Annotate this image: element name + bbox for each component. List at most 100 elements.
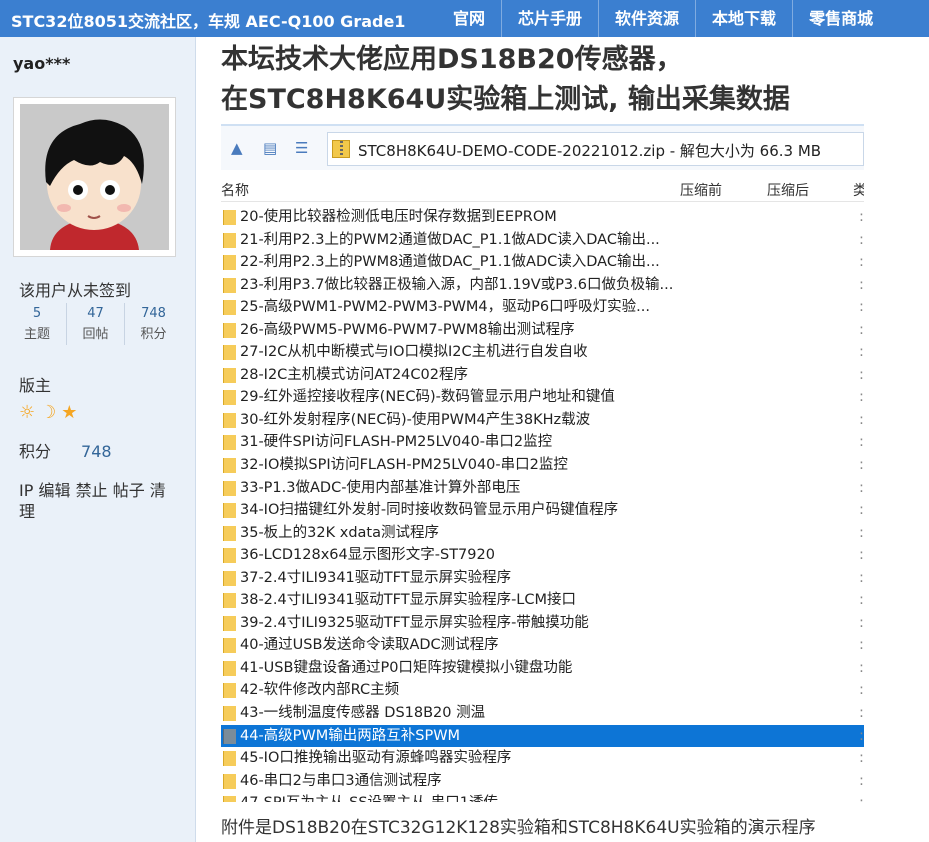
author-sidebar: yao*** 该用户从未签到 5 主题 47 回帖 748 积分 版主 ☼ ☽ …: [0, 37, 196, 842]
file-row[interactable]: 40-通过USB发送命令读取ADC测试程序:: [221, 634, 864, 657]
file-name: 26-高级PWM5-PWM6-PWM7-PWM8输出测试程序: [240, 321, 575, 338]
file-name: 46-串口2与串口3通信测试程序: [240, 772, 442, 789]
file-row[interactable]: 45-IO口推挽输出驱动有源蜂鸣器实验程序:: [221, 747, 864, 770]
file-row[interactable]: 21-利用P2.3上的PWM2通道做DAC_P1.1做ADC读入DAC输出...…: [221, 229, 864, 252]
column-overflow-mark: :: [859, 209, 864, 225]
file-row[interactable]: 22-利用P2.3上的PWM8通道做DAC_P1.1做ADC读入DAC输出...…: [221, 251, 864, 274]
nav-software[interactable]: 软件资源: [598, 0, 695, 37]
stat-points[interactable]: 748 积分: [124, 303, 182, 345]
file-row[interactable]: 32-IO模拟SPI访问FLASH-PM25LV040-串口2监控:: [221, 454, 864, 477]
admin-link-edit[interactable]: 编辑: [38, 481, 70, 500]
file-row[interactable]: 31-硬件SPI访问FLASH-PM25LV040-串口2监控:: [221, 431, 864, 454]
view-icon[interactable]: ▤: [263, 139, 277, 157]
stat-threads-label: 主题: [23, 327, 50, 342]
column-type[interactable]: 类: [853, 180, 864, 200]
site-title[interactable]: STC32位8051交流社区，车规 AEC-Q100 Grade1: [11, 8, 405, 32]
file-name: 32-IO模拟SPI访问FLASH-PM25LV040-串口2监控: [240, 457, 568, 474]
file-name: 36-LCD128x64显示图形文字-ST7920: [240, 547, 495, 564]
file-row[interactable]: 36-LCD128x64显示图形文字-ST7920:: [221, 544, 864, 567]
column-original-size[interactable]: 压缩前: [680, 180, 722, 200]
file-name: 47-SPI互为主从-SS设置主从-串口1透传: [240, 792, 498, 802]
file-row[interactable]: 46-串口2与串口3通信测试程序:: [221, 770, 864, 793]
file-name: 35-板上的32K xdata测试程序: [240, 524, 439, 541]
post-title: 本坛技术大佬应用DS18B20传感器， 在STC8H8K64U实验箱上测试, 输…: [221, 40, 790, 120]
file-row[interactable]: 35-板上的32K xdata测试程序:: [221, 522, 864, 545]
top-bar: STC32位8051交流社区，车规 AEC-Q100 Grade1 官网 芯片手…: [0, 0, 929, 37]
file-row[interactable]: 37-2.4寸ILI9341驱动TFT显示屏实验程序:: [221, 567, 864, 590]
file-name: 37-2.4寸ILI9341驱动TFT显示屏实验程序: [240, 569, 512, 586]
file-list-header: 名称 压缩前 压缩后 类: [221, 176, 864, 202]
admin-link-ip[interactable]: IP: [19, 481, 33, 500]
points-row: 积分 748: [19, 438, 112, 462]
file-row[interactable]: 34-IO扫描键红外发射-同时接收数码管显示用户码键值程序:: [221, 499, 864, 522]
file-row[interactable]: 26-高级PWM5-PWM6-PWM7-PWM8输出测试程序:: [221, 319, 864, 342]
admin-link-ban[interactable]: 禁止: [76, 481, 108, 500]
archive-screenshot: ▲ ▤ ☰ STC8H8K64U-DEMO-CODE-20221012.zip …: [221, 124, 864, 802]
nav-chip-manual[interactable]: 芯片手册: [501, 0, 598, 37]
folder-icon: [223, 773, 236, 789]
avatar[interactable]: [13, 97, 176, 257]
folder-icon: [223, 435, 236, 451]
folder-icon: [223, 683, 236, 699]
file-row[interactable]: 39-2.4寸ILI9325驱动TFT显示屏实验程序-带触摸功能:: [221, 612, 864, 635]
file-name: 41-USB键盘设备通过P0口矩阵按键模拟小键盘功能: [240, 659, 573, 676]
folder-icon: [223, 210, 236, 225]
points-label: 积分: [19, 442, 52, 461]
file-row[interactable]: 25-高级PWM1-PWM2-PWM3-PWM4，驱动P6口呼吸灯实验...:: [221, 296, 864, 319]
column-overflow-mark: :: [859, 389, 864, 406]
column-overflow-mark: :: [859, 254, 864, 271]
author-stats: 5 主题 47 回帖 748 积分: [8, 303, 182, 345]
file-row[interactable]: 41-USB键盘设备通过P0口矩阵按键模拟小键盘功能:: [221, 657, 864, 680]
column-overflow-mark: :: [859, 524, 864, 541]
file-list: 20-使用比较器检测低电压时保存数据到EEPROM:21-利用P2.3上的PWM…: [221, 206, 864, 802]
file-row[interactable]: 29-红外遥控接收程序(NEC码)-数码管显示用户地址和键值:: [221, 386, 864, 409]
column-compressed-size[interactable]: 压缩后: [767, 180, 809, 200]
file-row[interactable]: 43-一线制温度传感器 DS18B20 测温:: [221, 702, 864, 725]
points-value[interactable]: 748: [81, 442, 112, 461]
file-name: 40-通过USB发送命令读取ADC测试程序: [240, 637, 499, 654]
file-row[interactable]: 28-I2C主机模式访问AT24C02程序:: [221, 364, 864, 387]
file-name: 23-利用P3.7做比较器正极输入源，内部1.19V或P3.6口做负极输...: [240, 276, 674, 293]
folder-icon: [223, 728, 236, 744]
column-overflow-mark: :: [859, 502, 864, 519]
zip-archive-icon: [332, 140, 350, 158]
author-username[interactable]: yao***: [13, 54, 70, 73]
admin-links: IP 编辑 禁止 帖子 清理: [19, 480, 179, 522]
list-view-icon[interactable]: ☰: [295, 139, 308, 157]
file-row[interactable]: 38-2.4寸ILI9341驱动TFT显示屏实验程序-LCM接口:: [221, 589, 864, 612]
post-caption: 附件是DS18B20在STC32G12K128实验箱和STC8H8K64U实验箱…: [221, 818, 816, 838]
file-row[interactable]: 20-使用比较器检测低电压时保存数据到EEPROM:: [221, 206, 864, 229]
file-row[interactable]: 44-高级PWM输出两路互补SPWM:: [221, 724, 864, 748]
file-row[interactable]: 27-I2C从机中断模式与IO口模拟I2C主机进行自发自收:: [221, 341, 864, 364]
file-row[interactable]: 30-红外发射程序(NEC码)-使用PWM4产生38KHz载波:: [221, 409, 864, 432]
folder-icon: [223, 751, 236, 767]
up-arrow-icon[interactable]: ▲: [231, 139, 243, 157]
file-name: 22-利用P2.3上的PWM8通道做DAC_P1.1做ADC读入DAC输出...: [240, 254, 660, 271]
medals: ☼ ☽ ★: [19, 402, 77, 423]
column-overflow-mark: :: [859, 727, 864, 744]
file-name: 33-P1.3做ADC-使用内部基准计算外部电压: [240, 479, 521, 496]
column-overflow-mark: :: [859, 231, 864, 248]
nav-shop[interactable]: 零售商城: [792, 0, 889, 37]
admin-link-posts[interactable]: 帖子: [113, 481, 145, 500]
file-name: 27-I2C从机中断模式与IO口模拟I2C主机进行自发自收: [240, 344, 588, 361]
folder-icon: [223, 232, 236, 248]
column-name[interactable]: 名称: [221, 180, 249, 200]
file-name: 34-IO扫描键红外发射-同时接收数码管显示用户码键值程序: [240, 502, 619, 519]
archive-address-bar[interactable]: STC8H8K64U-DEMO-CODE-20221012.zip - 解包大小…: [327, 132, 864, 166]
file-name: 42-软件修改内部RC主频: [240, 682, 400, 699]
stat-replies[interactable]: 47 回帖: [66, 303, 124, 345]
author-role[interactable]: 版主: [19, 372, 51, 396]
file-row[interactable]: 42-软件修改内部RC主频:: [221, 679, 864, 702]
nav-local-download[interactable]: 本地下载: [695, 0, 792, 37]
file-row[interactable]: 23-利用P3.7做比较器正极输入源，内部1.19V或P3.6口做负极输...:: [221, 274, 864, 297]
stat-threads-value: 5: [32, 306, 42, 321]
nav-official-site[interactable]: 官网: [437, 0, 501, 37]
folder-icon: [223, 503, 236, 519]
column-overflow-mark: :: [859, 457, 864, 474]
column-overflow-mark: :: [859, 659, 864, 676]
column-overflow-mark: :: [859, 299, 864, 316]
file-row[interactable]: 33-P1.3做ADC-使用内部基准计算外部电压:: [221, 477, 864, 500]
file-row[interactable]: 47-SPI互为主从-SS设置主从-串口1透传:: [221, 792, 864, 802]
stat-threads[interactable]: 5 主题: [8, 303, 66, 345]
